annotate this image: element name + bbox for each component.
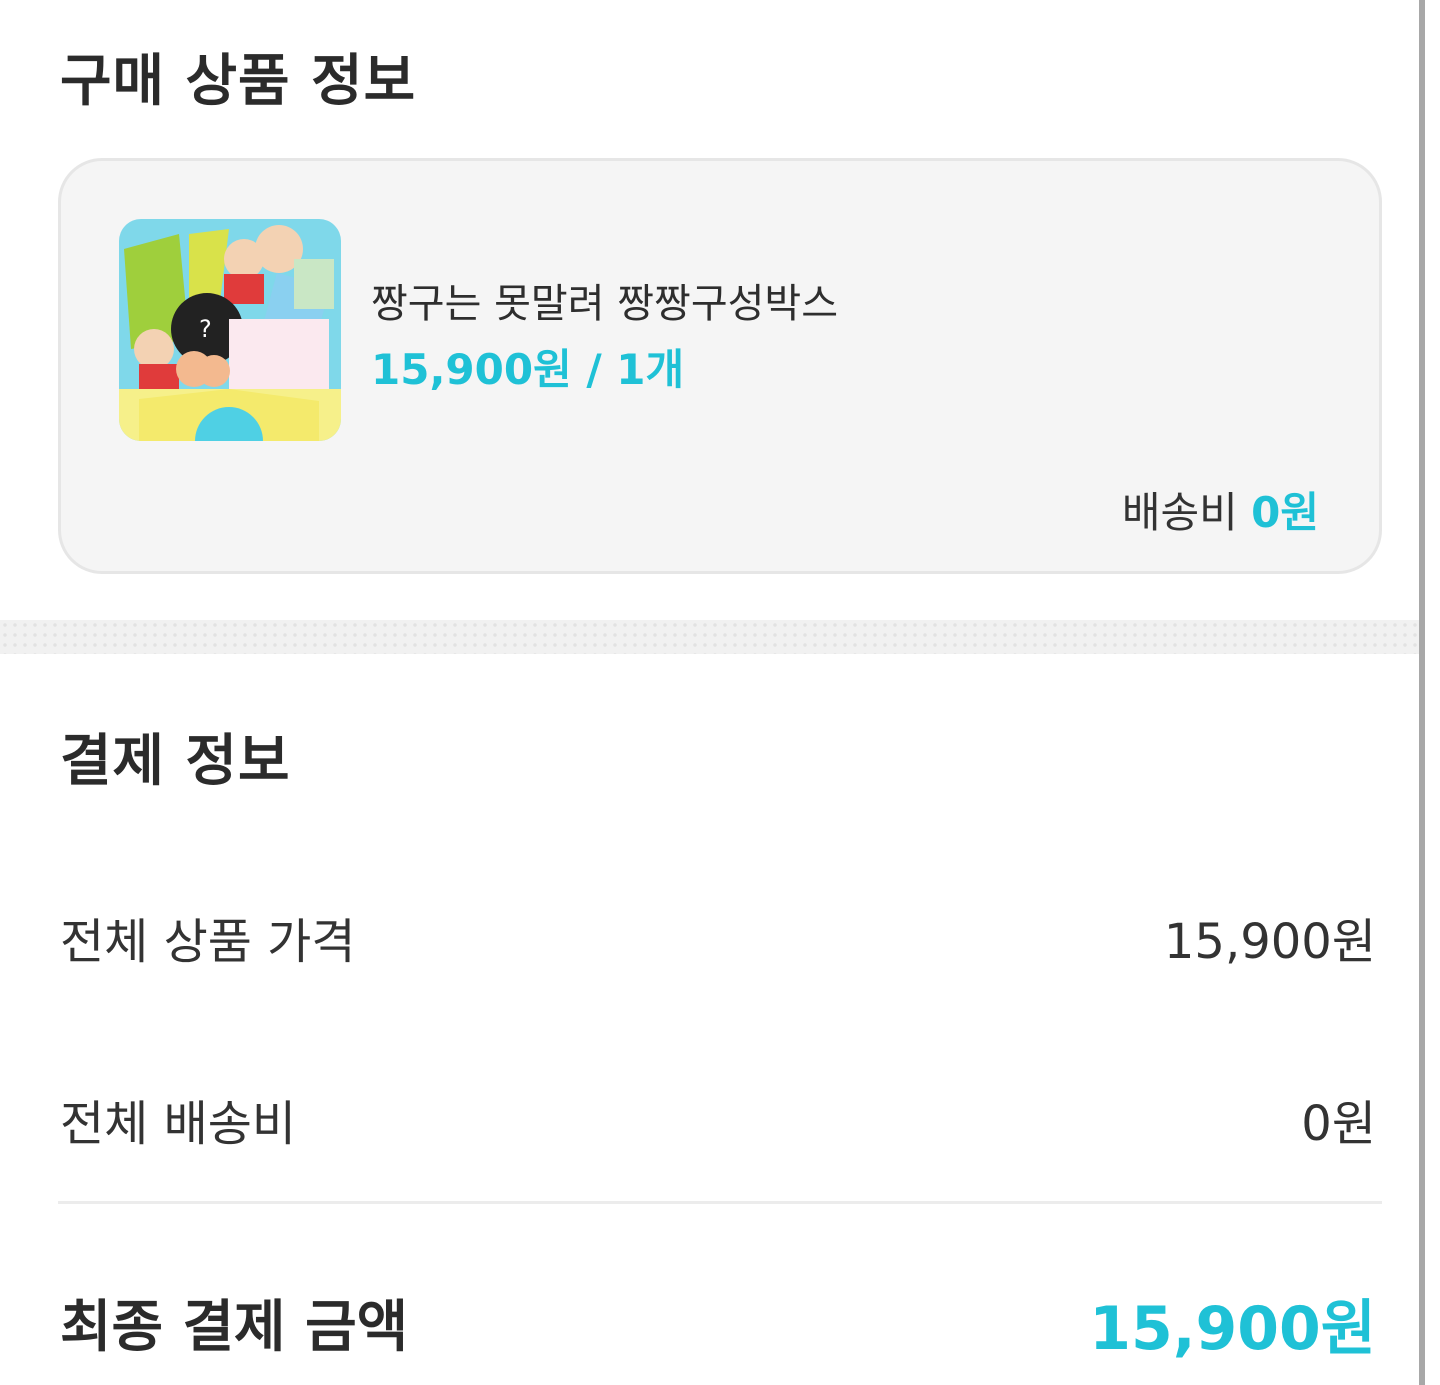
product-card[interactable]: ? 짱구는 못말려 짱짱구성박스 15,900원 / 1개 배송비 0원: [58, 158, 1382, 574]
product-thumbnail[interactable]: ?: [119, 219, 341, 441]
product-name[interactable]: 짱구는 못말려 짱짱구성박스: [371, 271, 838, 329]
total-shipping-label: 전체 배송비: [60, 1096, 297, 1152]
shipping-fee-value: 0원: [1251, 488, 1319, 537]
divider-line: [58, 1201, 1382, 1204]
product-shipping-fee: 배송비 0원: [1122, 479, 1319, 540]
final-payment-value: 15,900원: [1089, 1294, 1376, 1364]
vertical-scrollbar[interactable]: [1419, 0, 1425, 1385]
total-product-price-label: 전체 상품 가격: [60, 914, 356, 970]
total-product-price-value: 15,900원: [1163, 914, 1376, 970]
section-divider: [0, 620, 1419, 654]
order-page: 구매 상품 정보 ? 짱구는 못말려 짱짱구성박스 15,900원 / 1개 배…: [0, 0, 1440, 1385]
purchase-section-title: 구매 상품 정보: [60, 49, 417, 114]
product-image: ?: [119, 219, 341, 441]
payment-section-title: 결제 정보: [60, 729, 291, 794]
product-price-quantity: 15,900원 / 1개: [371, 345, 685, 394]
total-shipping-value: 0원: [1301, 1096, 1376, 1152]
final-payment-label: 최종 결제 금액: [60, 1295, 409, 1360]
shipping-fee-label: 배송비: [1121, 488, 1238, 537]
svg-text:?: ?: [199, 315, 212, 343]
